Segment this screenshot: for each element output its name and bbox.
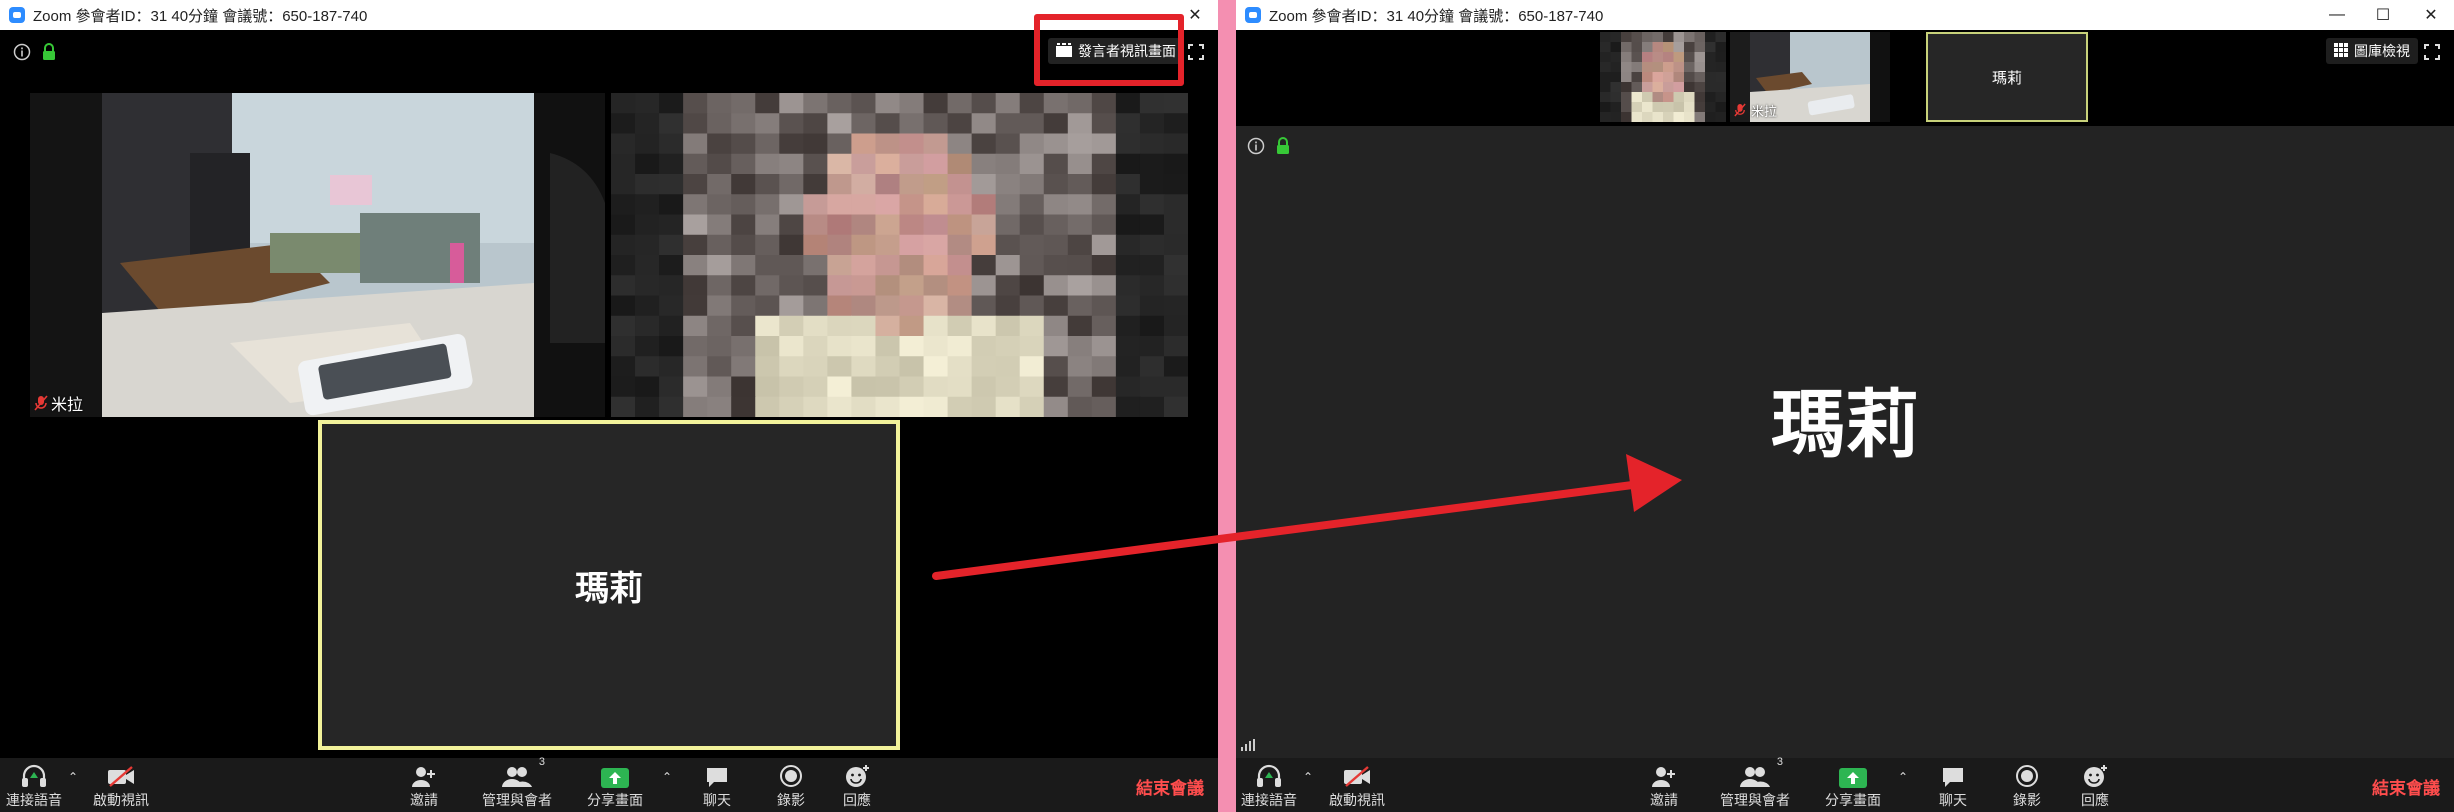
active-speaker-view[interactable]: 瑪莉 xyxy=(1236,126,2454,758)
add-user-icon xyxy=(1651,758,1677,788)
thumbnail-mary[interactable]: 瑪莉 xyxy=(1926,32,2088,122)
share-screen-icon xyxy=(601,758,629,788)
participants-button[interactable]: 3 管理與會者 xyxy=(1718,756,1792,812)
gallery-view-button[interactable]: 圖庫檢視 xyxy=(2326,38,2418,64)
office-video-frame xyxy=(30,93,605,417)
participants-count: 3 xyxy=(538,756,545,768)
meeting-toolbar: 連接語音 ⌃ 啟動視訊 邀請 3 管理與會者 分享畫面 ⌃ 聊天 錄影 回應 結… xyxy=(1236,756,2454,812)
invite-button[interactable]: 邀請 xyxy=(1644,758,1684,812)
video-tile-mila[interactable]: 米拉 xyxy=(30,93,605,417)
chat-button[interactable]: 聊天 xyxy=(700,758,734,812)
participant-name: 瑪莉 xyxy=(1991,69,2022,87)
mic-muted-icon xyxy=(1734,103,1748,119)
join-audio-button[interactable]: 連接語音 xyxy=(1240,758,1298,812)
headphones-icon xyxy=(21,758,47,788)
zoom-logo-icon xyxy=(1245,7,1261,23)
signal-bars-icon xyxy=(1240,738,1256,752)
window-title: Zoom 參會者ID：31 40分鐘 會議號：650-187-740 xyxy=(33,7,368,25)
thumbnail-mila[interactable]: 米拉 xyxy=(1730,32,1890,122)
participants-icon: 3 xyxy=(1739,756,1783,788)
participant-name-tag: 米拉 xyxy=(34,391,83,415)
minimize-button[interactable]: — xyxy=(2314,0,2360,30)
right-zoom-window: Zoom 參會者ID：31 40分鐘 會議號：650-187-740 — ☐ ✕… xyxy=(1236,0,2454,812)
start-video-button[interactable]: 啟動視訊 xyxy=(92,758,150,812)
meeting-toolbar: 連接語音 ⌃ 啟動視訊 邀請 3 管理與會者 分享畫面 ⌃ 聊天 錄影 回應 結… xyxy=(0,756,1218,812)
record-button[interactable]: 錄影 xyxy=(774,758,808,812)
info-icon[interactable] xyxy=(12,42,32,62)
record-icon xyxy=(779,758,803,788)
chat-icon xyxy=(705,758,729,788)
info-icon[interactable] xyxy=(1246,136,1266,156)
gallery-view-label: 圖庫檢視 xyxy=(2354,43,2410,59)
left-zoom-window: Zoom 參會者ID：31 40分鐘 會議號：650-187-740 — ✕ 發… xyxy=(0,0,1218,812)
pixelated-face-video xyxy=(611,93,1188,417)
participants-button[interactable]: 3 管理與會者 xyxy=(480,756,554,812)
chat-icon xyxy=(1941,758,1965,788)
video-off-icon xyxy=(106,758,136,788)
title-bar: Zoom 參會者ID：31 40分鐘 會議號：650-187-740 — ☐ ✕ xyxy=(1236,0,2454,30)
participants-count: 3 xyxy=(1776,756,1783,768)
participant-name: 瑪莉 xyxy=(575,569,643,608)
share-screen-icon xyxy=(1839,758,1867,788)
join-audio-button[interactable]: 連接語音 xyxy=(5,758,63,812)
participants-icon: 3 xyxy=(501,756,545,788)
record-icon xyxy=(2015,758,2039,788)
fullscreen-icon[interactable] xyxy=(2422,42,2442,62)
end-meeting-button[interactable]: 結束會議 xyxy=(1136,774,1204,799)
share-options-caret[interactable]: ⌃ xyxy=(1898,770,1908,784)
video-tile-mary-active-speaker[interactable]: 瑪莉 xyxy=(318,420,900,750)
chat-button[interactable]: 聊天 xyxy=(1936,758,1970,812)
lock-icon[interactable] xyxy=(40,42,58,62)
share-options-caret[interactable]: ⌃ xyxy=(662,770,672,784)
gallery-grid-icon xyxy=(2334,42,2348,60)
reactions-button[interactable]: 回應 xyxy=(2078,758,2112,812)
fullscreen-icon[interactable] xyxy=(1186,42,1206,62)
pixelated-thumbnail-video xyxy=(1600,32,1726,122)
window-title: Zoom 參會者ID：31 40分鐘 會議號：650-187-740 xyxy=(1269,7,1604,25)
video-tile-blurred-participant[interactable] xyxy=(611,93,1188,417)
reaction-smile-icon xyxy=(844,758,870,788)
participant-name-tag: 米拉 xyxy=(1734,101,1777,120)
lock-icon[interactable] xyxy=(1274,136,1292,156)
thumbnail-blurred-participant[interactable] xyxy=(1600,32,1726,122)
share-screen-button[interactable]: 分享畫面 xyxy=(1824,758,1882,812)
mic-muted-icon xyxy=(34,395,48,411)
headphones-icon xyxy=(1256,758,1282,788)
highlight-box xyxy=(1034,14,1184,86)
audio-options-caret[interactable]: ⌃ xyxy=(1303,770,1313,784)
share-screen-button[interactable]: 分享畫面 xyxy=(586,758,644,812)
video-off-icon xyxy=(1342,758,1372,788)
speaker-name: 瑪莉 xyxy=(1771,382,1919,466)
audio-options-caret[interactable]: ⌃ xyxy=(68,770,78,784)
reaction-smile-icon xyxy=(2082,758,2108,788)
participant-name: 米拉 xyxy=(1751,104,1778,119)
reactions-button[interactable]: 回應 xyxy=(840,758,874,812)
close-button[interactable]: ✕ xyxy=(2408,0,2454,30)
participant-name: 米拉 xyxy=(51,397,84,414)
zoom-logo-icon xyxy=(9,7,25,23)
add-user-icon xyxy=(411,758,437,788)
start-video-button[interactable]: 啟動視訊 xyxy=(1328,758,1386,812)
maximize-button[interactable]: ☐ xyxy=(2360,0,2406,30)
invite-button[interactable]: 邀請 xyxy=(404,758,444,812)
record-button[interactable]: 錄影 xyxy=(2010,758,2044,812)
end-meeting-button[interactable]: 結束會議 xyxy=(2372,774,2440,799)
